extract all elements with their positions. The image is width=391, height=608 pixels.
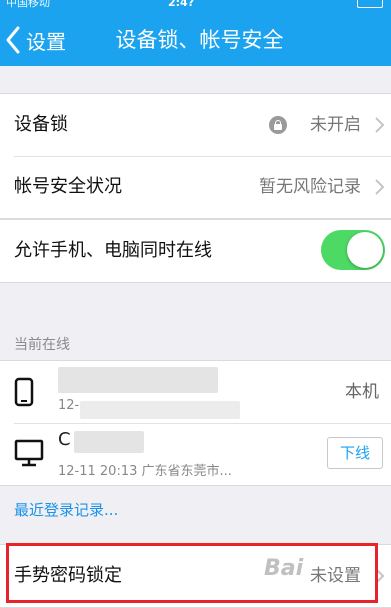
device-time: 12- <box>58 398 80 413</box>
device-lock-label: 设备锁 <box>14 114 68 135</box>
simultaneous-online-toggle[interactable] <box>321 230 385 270</box>
force-offline-button[interactable]: 下线 <box>327 437 383 469</box>
status-bar: 中国移动 2:4? <box>0 0 391 14</box>
redacted-device-info <box>80 401 240 419</box>
online-toggle-group: 允许手机、电脑同时在线 <box>0 219 391 283</box>
carrier-label: 中国移动 <box>6 0 50 9</box>
lock-icon <box>269 116 287 134</box>
chevron-right-icon <box>375 179 385 195</box>
page-title: 设备锁、帐号安全 <box>115 28 284 52</box>
phone-icon <box>14 377 34 407</box>
watermark: Bai <box>264 556 304 581</box>
monitor-icon <box>14 439 44 467</box>
redacted-device-name <box>74 431 144 453</box>
device-login-info: 12-11 20:13 广东省东莞市... <box>58 464 232 479</box>
device-lock-row[interactable]: 设备锁 未开启 <box>0 94 391 156</box>
highlight-box <box>6 543 378 603</box>
account-status-row[interactable]: 帐号安全状况 暂无风险记录 <box>0 156 391 218</box>
security-group: 设备锁 未开启 帐号安全状况 暂无风险记录 <box>0 93 391 219</box>
account-status-value: 暂无风险记录 <box>259 177 361 197</box>
device-lock-value: 未开启 <box>310 115 361 135</box>
device-name: C <box>58 429 71 450</box>
simultaneous-online-label: 允许手机、电脑同时在线 <box>14 240 212 261</box>
current-online-header: 当前在线 <box>14 337 70 353</box>
device-row-phone: 12- 本机 <box>0 361 391 423</box>
simultaneous-online-row: 允许手机、电脑同时在线 <box>0 220 391 282</box>
this-device-label: 本机 <box>345 382 379 402</box>
account-status-label: 帐号安全状况 <box>14 176 122 197</box>
recent-login-link[interactable]: 最近登录记录... <box>14 499 118 520</box>
toggle-knob <box>347 232 383 268</box>
battery-icon <box>357 0 383 8</box>
nav-bar: 设置 设备锁、帐号安全 <box>0 14 391 66</box>
device-row-pc: C 12-11 20:13 广东省东莞市... 下线 <box>0 423 391 485</box>
clock: 2:4? <box>168 0 195 9</box>
chevron-right-icon <box>375 117 385 133</box>
redacted-device-name <box>58 367 218 393</box>
devices-group: 12- 本机 C 12-11 20:13 广东省东莞市... 下线 <box>0 360 391 486</box>
